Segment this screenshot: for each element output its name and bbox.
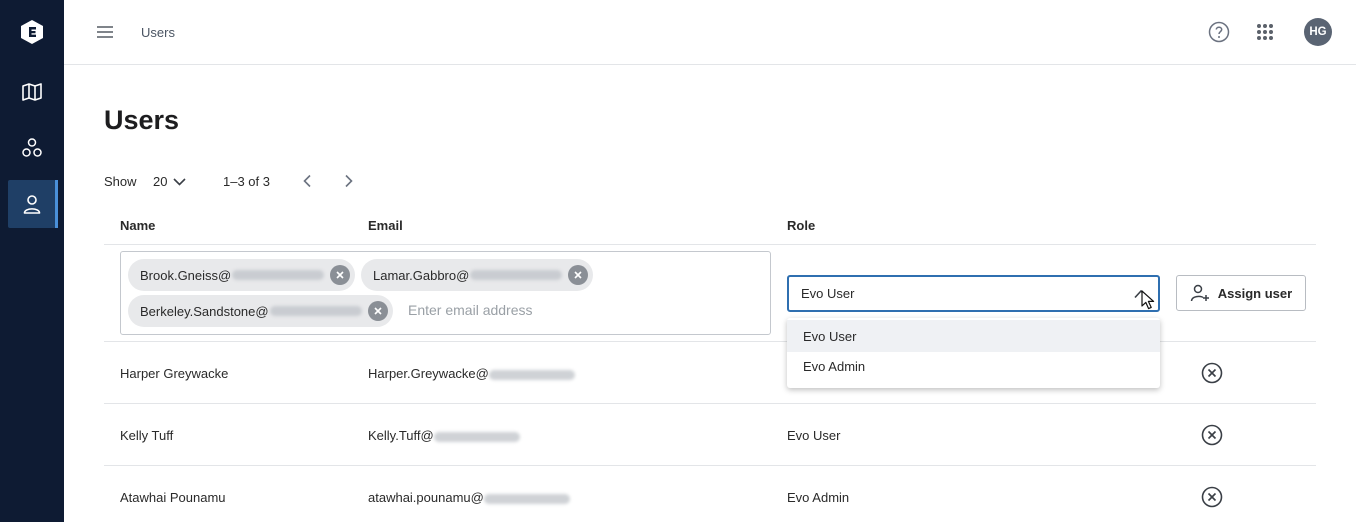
- rail-item-users[interactable]: [8, 180, 58, 228]
- user-name: Atawhai Pounamu: [120, 490, 226, 505]
- user-email: atawhai.pounamu@: [368, 490, 570, 505]
- assign-user-button[interactable]: Assign user: [1176, 275, 1306, 311]
- email-chip-label: Brook.Gneiss@: [140, 267, 232, 283]
- role-select-value: Evo User: [801, 286, 855, 301]
- pagination-range: 1–3 of 3: [223, 174, 270, 189]
- user-email-text: Harper.Greywacke@: [368, 366, 489, 381]
- previous-page-icon[interactable]: [301, 174, 315, 188]
- user-role: Evo User: [787, 428, 841, 443]
- user-email: Kelly.Tuff@: [368, 428, 520, 443]
- email-chip-input[interactable]: Brook.Gneiss@ Lamar.Gabbro@ Berkeley.San…: [120, 251, 771, 335]
- avatar[interactable]: HG: [1304, 18, 1332, 46]
- page-title: Users: [104, 105, 180, 135]
- map-icon: [22, 83, 42, 101]
- user-role: Evo Admin: [787, 490, 850, 505]
- remove-chip-icon[interactable]: [330, 265, 351, 285]
- redacted-domain: [470, 270, 563, 280]
- redacted-domain: [269, 306, 362, 316]
- header-divider: [104, 244, 1316, 245]
- email-chip: Brook.Gneiss@: [128, 259, 356, 291]
- row-divider: [104, 465, 1316, 466]
- remove-user-icon[interactable]: [1201, 362, 1223, 384]
- top-bar: Users HG: [64, 0, 1356, 65]
- remove-chip-icon[interactable]: [367, 301, 388, 321]
- email-chip-label: Berkeley.Sandstone@: [140, 303, 269, 319]
- chevron-down-icon: [173, 177, 187, 186]
- column-header-name: Name: [120, 218, 156, 233]
- column-header-email: Email: [368, 218, 403, 233]
- role-dropdown-menu: Evo User Evo Admin: [787, 318, 1160, 388]
- breadcrumb[interactable]: Users: [141, 25, 175, 40]
- mouse-cursor-icon: [1141, 290, 1155, 310]
- user-name: Kelly Tuff: [120, 428, 174, 443]
- user-name: Harper Greywacke: [120, 366, 229, 381]
- role-option-evo-admin[interactable]: Evo Admin: [787, 350, 1160, 382]
- email-chip: Berkeley.Sandstone@: [128, 295, 393, 327]
- redacted-domain: [488, 369, 575, 380]
- row-divider: [104, 403, 1316, 404]
- remove-user-icon[interactable]: [1201, 424, 1223, 446]
- redacted-domain: [232, 270, 325, 280]
- next-page-icon[interactable]: [341, 174, 355, 188]
- column-header-role: Role: [787, 218, 816, 233]
- email-input[interactable]: [408, 302, 748, 318]
- user-icon: [23, 195, 41, 214]
- help-icon[interactable]: [1208, 21, 1230, 43]
- role-select[interactable]: Evo User: [787, 275, 1160, 312]
- hamburger-menu-icon[interactable]: [96, 24, 114, 40]
- user-email-text: atawhai.pounamu@: [368, 490, 484, 505]
- add-user-icon: [1190, 284, 1209, 302]
- cubes-icon: [22, 138, 42, 157]
- user-email: Harper.Greywacke@: [368, 366, 575, 381]
- page-size-select[interactable]: 20: [153, 174, 187, 189]
- app-logo-icon[interactable]: [19, 19, 45, 45]
- assign-user-label: Assign user: [1217, 285, 1293, 301]
- rail-item-map[interactable]: [8, 68, 56, 116]
- page-size-value: 20: [153, 174, 168, 189]
- remove-user-icon[interactable]: [1201, 486, 1223, 508]
- side-rail: [0, 0, 64, 522]
- redacted-domain: [483, 493, 570, 504]
- role-option-evo-user[interactable]: Evo User: [787, 320, 1160, 352]
- remove-chip-icon[interactable]: [568, 265, 589, 285]
- rail-item-workspaces[interactable]: [8, 124, 56, 172]
- email-chip-label: Lamar.Gabbro@: [373, 267, 470, 283]
- email-chip: Lamar.Gabbro@: [361, 259, 594, 291]
- show-label: Show: [104, 174, 137, 189]
- app-grid-icon[interactable]: [1256, 23, 1274, 41]
- user-email-text: Kelly.Tuff@: [368, 428, 434, 443]
- redacted-domain: [433, 431, 520, 442]
